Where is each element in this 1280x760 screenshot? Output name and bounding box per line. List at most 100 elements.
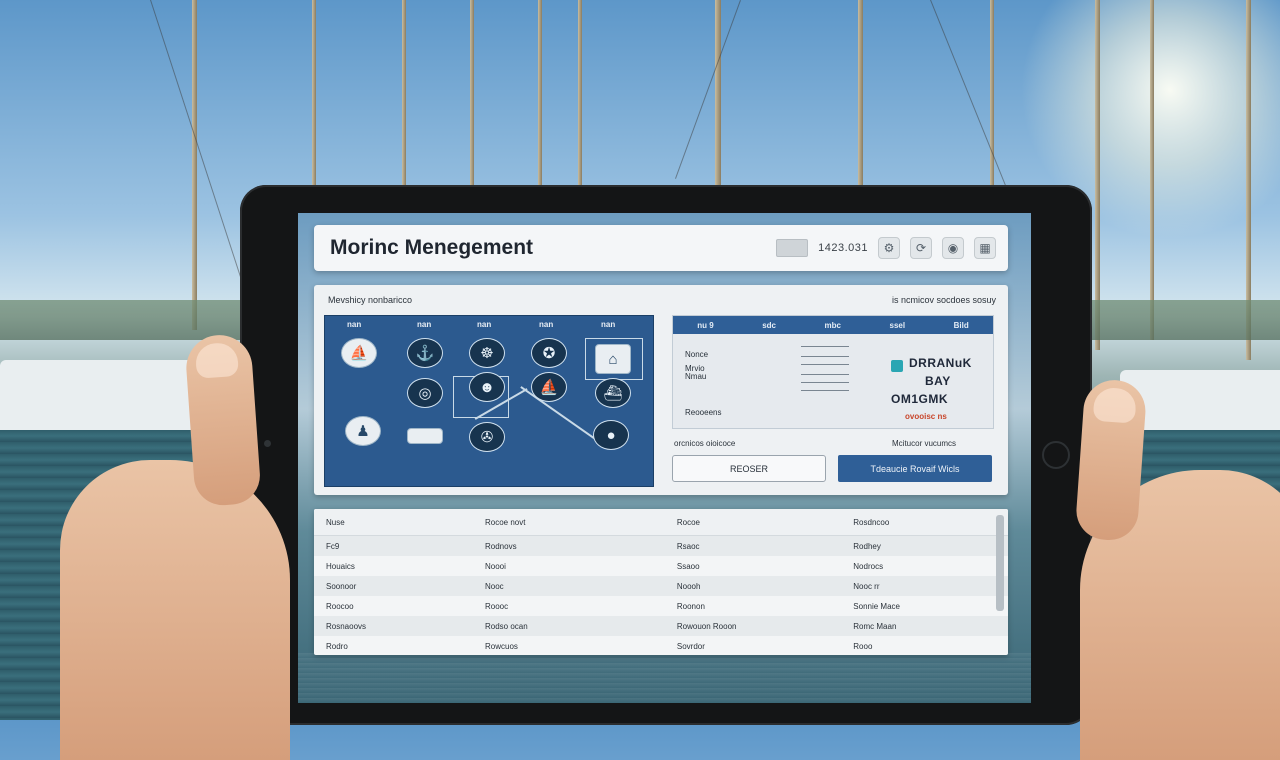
crew-icon[interactable]: ♟ <box>345 416 381 446</box>
screen-reflection <box>298 653 1031 703</box>
info-tab[interactable]: ssel <box>890 321 906 330</box>
rigging-line <box>150 0 253 314</box>
table-cell: Nooc <box>485 581 504 591</box>
sail-icon[interactable]: ⛵ <box>531 372 567 402</box>
boat-mast <box>1150 0 1154 340</box>
info-tab[interactable]: sdc <box>762 321 776 330</box>
helm-icon[interactable]: ☸ <box>469 338 505 368</box>
info-row-label: Nonce <box>685 350 709 359</box>
map-column-label: nan <box>417 320 432 329</box>
column-header[interactable]: Rocoe <box>665 518 841 527</box>
secondary-button[interactable]: REOSER <box>672 455 826 482</box>
boat-mast <box>402 0 406 190</box>
map-column-label: nan <box>477 320 492 329</box>
table-cell: Rsaoc <box>676 541 700 551</box>
boat-mast <box>470 0 474 190</box>
rigging-line <box>930 0 1006 186</box>
column-header[interactable]: Rocoe novt <box>473 518 665 527</box>
left-thumb <box>184 332 262 508</box>
divider <box>801 364 849 365</box>
compass-icon[interactable]: ✪ <box>531 338 567 368</box>
boat-mast <box>990 0 994 190</box>
table-row[interactable]: Fc9 Rodnovs Rsaoc Rodhey <box>314 536 1008 556</box>
table-cell: Rowouon Rooon <box>676 621 737 631</box>
header-toolbar: 1423.031 ⚙ ⟳ ◉ ▦ <box>776 237 996 259</box>
dock-slot-icon[interactable] <box>407 428 443 444</box>
berth-line: DRRANuK <box>909 356 972 370</box>
table-body: Fc9 Rodnovs Rsaoc Rodhey Houaics Noooi S… <box>314 536 1008 655</box>
boat-mast <box>858 0 863 190</box>
boat-mast <box>312 0 316 190</box>
table-cell: Noooi <box>485 561 506 571</box>
boat-mast <box>1095 0 1100 350</box>
section-label: orcnicos oioicoce <box>674 439 736 448</box>
berth-line: OM1GMK <box>891 392 948 406</box>
table-cell: Roooc <box>485 601 509 611</box>
divider <box>801 346 849 347</box>
table-cell: Romc Maan <box>853 621 897 631</box>
grid-icon[interactable]: ▦ <box>974 237 996 259</box>
table-row[interactable]: Roocoo Roooc Roonon Sonnie Mace <box>314 596 1008 616</box>
boat-mast <box>538 0 542 190</box>
table-cell: Rodro <box>326 641 348 651</box>
user-icon[interactable]: ◉ <box>942 237 964 259</box>
vessel-icon[interactable]: ⛴ <box>595 378 631 408</box>
buoy-icon[interactable]: ● <box>593 420 629 450</box>
anchor-icon[interactable]: ⚓ <box>407 338 443 368</box>
table-cell: Rooo <box>853 641 873 651</box>
table-row[interactable]: Houaics Noooi Ssaoo Nodrocs <box>314 556 1008 576</box>
divider <box>801 356 849 357</box>
divider <box>801 382 849 383</box>
captain-icon[interactable]: ☻ <box>469 372 505 402</box>
berth-info-card: nu 9 sdc mbc ssel Bild Nonce Mrvio Nmau … <box>672 315 994 429</box>
camera-icon <box>264 440 271 447</box>
boat-mast <box>578 0 582 190</box>
info-tab[interactable]: Bild <box>954 321 969 330</box>
settings-icon[interactable]: ⚙ <box>878 237 900 259</box>
table-row[interactable]: Soonoor Nooc Noooh Nooc rr <box>314 576 1008 596</box>
table-cell: Rodhey <box>853 541 881 551</box>
column-header[interactable]: Nuse <box>314 518 473 527</box>
sync-icon[interactable]: ⟳ <box>910 237 932 259</box>
status-indicator <box>776 239 809 257</box>
status-dot-icon <box>891 360 903 372</box>
home-button[interactable] <box>1042 441 1070 469</box>
table-cell: Rosnaoovs <box>326 621 367 631</box>
table-cell: Rodso ocan <box>485 621 528 631</box>
info-tabs: nu 9 sdc mbc ssel Bild <box>673 316 993 334</box>
table-cell: Houaics <box>326 561 355 571</box>
column-header[interactable]: Rosdncoo <box>841 518 1008 527</box>
table-cell: Ssaoo <box>676 561 700 571</box>
table-row[interactable]: Rosnaoovs Rodso ocan Rowouon Rooon Romc … <box>314 616 1008 636</box>
table-cell: Fc9 <box>326 541 340 551</box>
lifebuoy-icon[interactable]: ◎ <box>407 378 443 408</box>
dock-icon[interactable]: ⌂ <box>595 344 631 374</box>
table-cell: Sovrdor <box>676 641 705 651</box>
wheel-icon[interactable]: ✇ <box>469 422 505 452</box>
boat-mast <box>715 0 721 190</box>
boat-icon[interactable]: ⛵ <box>341 338 377 368</box>
table-header: Nuse Rocoe novt Rocoe Rosdncoo <box>314 509 1008 536</box>
app-header: Morinc Menegement 1423.031 ⚙ ⟳ ◉ ▦ <box>314 225 1008 271</box>
boat-mast <box>192 0 197 330</box>
rigging-line <box>675 0 741 179</box>
header-code: 1423.031 <box>818 242 868 254</box>
info-tab[interactable]: nu 9 <box>697 321 713 330</box>
table-cell: Roonon <box>676 601 705 611</box>
table-cell: Nooc rr <box>853 581 880 591</box>
table-scrollbar[interactable] <box>996 515 1004 611</box>
map-column-label: nan <box>539 320 554 329</box>
info-tab[interactable]: mbc <box>825 321 841 330</box>
table-cell: Soonoor <box>326 581 357 591</box>
divider <box>801 390 849 391</box>
primary-button[interactable]: Tdeaucie Rovaif Wicls <box>838 455 992 482</box>
table-cell: Rowcuos <box>485 641 518 651</box>
dashboard-panel: Mevshicy nonbaricco is ncmicov socdoes s… <box>314 285 1008 495</box>
app-title: Morinc Menegement <box>330 236 534 259</box>
table-cell: Sonnie Mace <box>853 601 900 611</box>
panel-subtitle: is ncmicov socdoes sosuy <box>891 295 996 305</box>
thumbnail <box>194 341 239 379</box>
info-row-label: Nmau <box>685 372 707 381</box>
berth-line: BAY <box>925 374 951 388</box>
table-cell: Noooh <box>676 581 701 591</box>
